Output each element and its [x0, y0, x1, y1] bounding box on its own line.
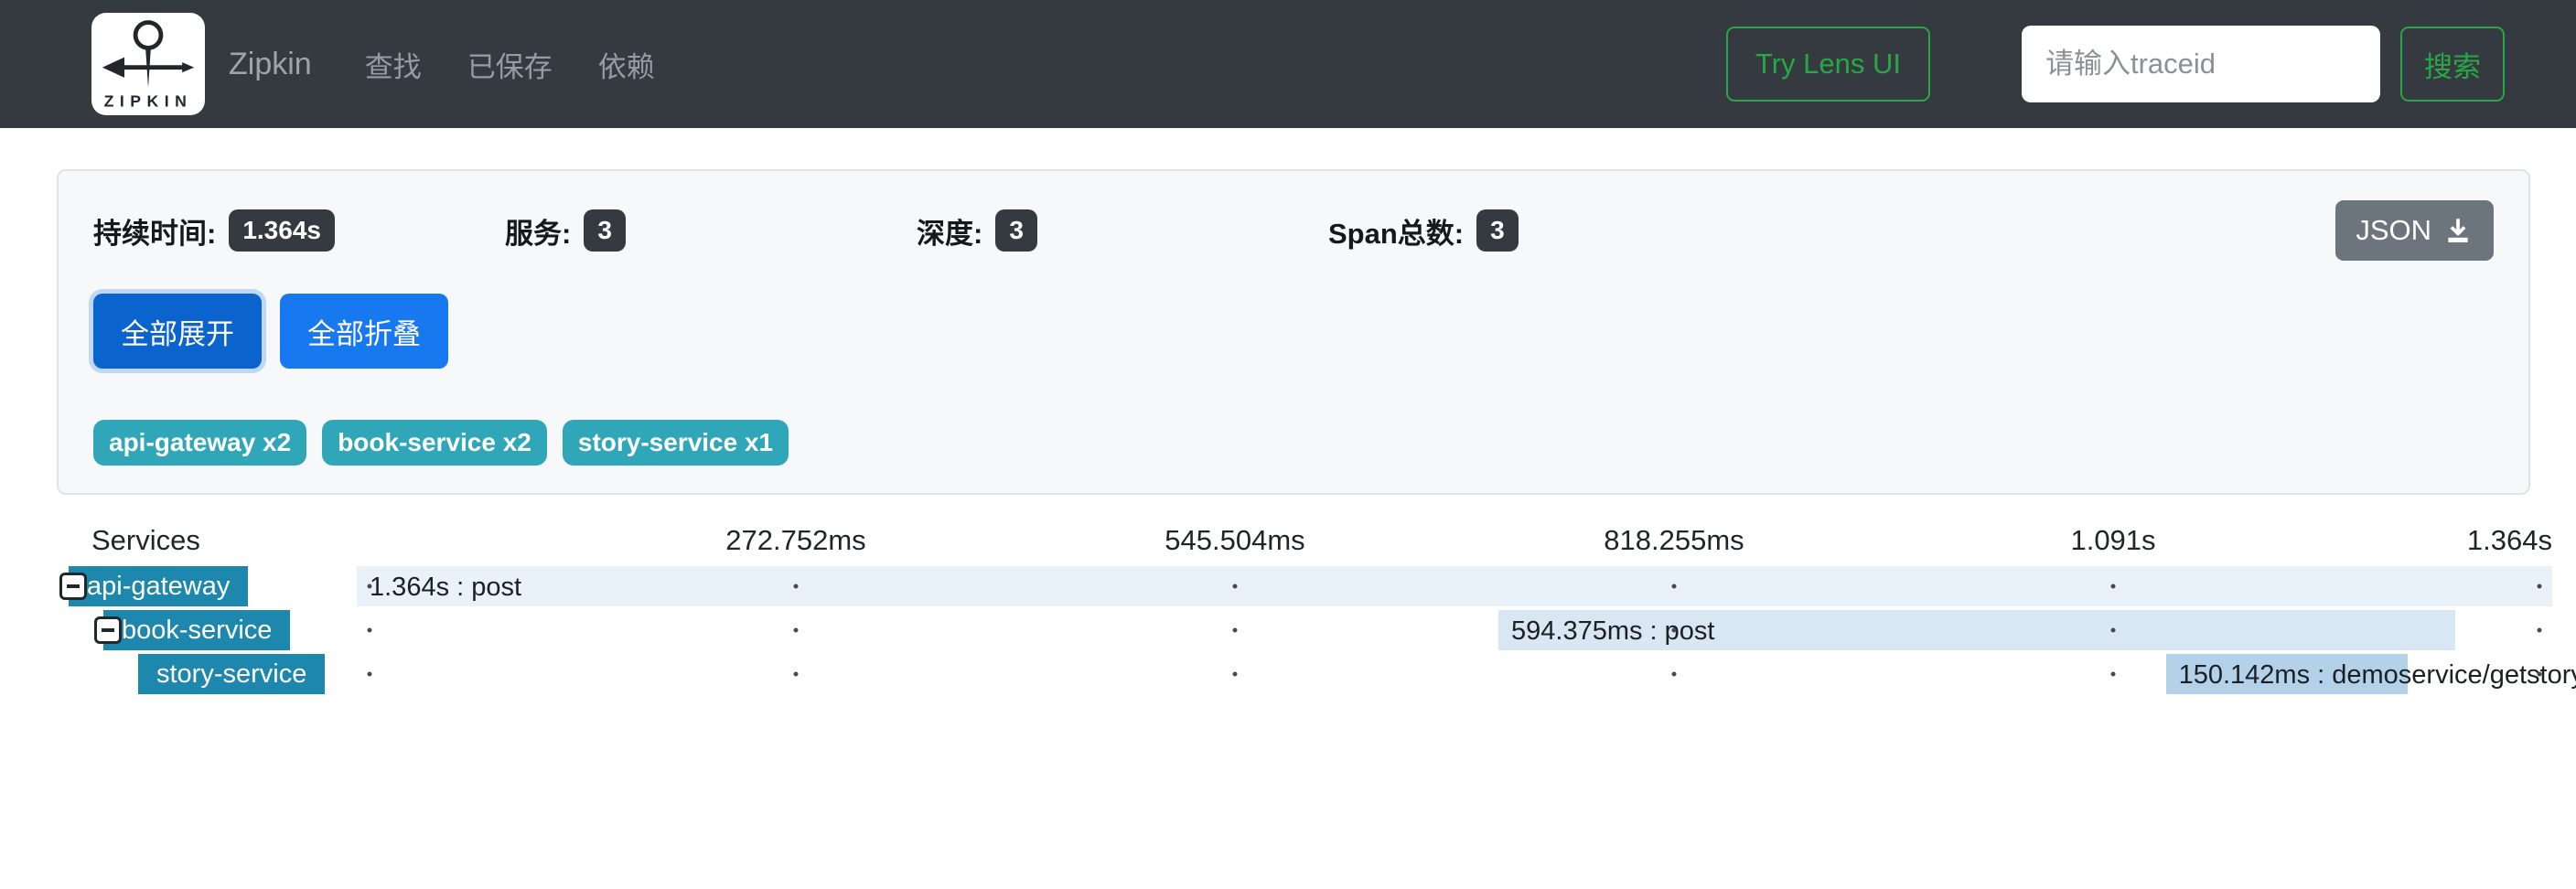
trace-row: story-service 150.142ms : demoservice/get…: [57, 654, 2552, 694]
services-column-header: Services: [91, 524, 200, 557]
grid-dot: [368, 628, 372, 633]
span-bar[interactable]: [357, 566, 2552, 606]
service-badge-book-service[interactable]: book-service x2: [322, 420, 547, 466]
collapse-toggle-icon[interactable]: [59, 573, 87, 600]
try-lens-ui-button[interactable]: Try Lens UI: [1726, 27, 1930, 102]
grid-dot: [2111, 672, 2116, 677]
grid-dot: [1233, 628, 1238, 633]
grid-dot: [1233, 584, 1238, 589]
grid-dot: [2111, 584, 2116, 589]
service-tree-cell: api-gateway: [57, 566, 357, 606]
service-badge-api-gateway[interactable]: api-gateway x2: [93, 420, 306, 466]
grid-dot: [794, 628, 799, 633]
grid-dot: [2111, 628, 2116, 633]
nav-link-dependencies[interactable]: 依赖: [598, 44, 655, 85]
nav-links: 查找 已保存 依赖: [365, 44, 701, 85]
trace-row: api-gateway 1.364s : post: [57, 566, 2552, 606]
span-bar-label: 150.142ms : demoservice/getstory: [2179, 654, 2576, 694]
navbar: ZIPKIN Zipkin 查找 已保存 依赖 Try Lens UI 搜索: [0, 0, 2576, 128]
span-bar-label: 1.364s : post: [370, 566, 521, 606]
grid-dot: [2537, 628, 2541, 633]
tick-label: 545.504ms: [1165, 524, 1304, 557]
stat-services-label: 服务:: [505, 210, 571, 252]
tick-label: 1.091s: [2070, 524, 2155, 557]
service-label[interactable]: api-gateway: [69, 566, 248, 606]
timeline-ticks: 272.752ms 545.504ms 818.255ms 1.091s 1.364s: [357, 520, 2552, 559]
expand-all-button[interactable]: 全部展开: [93, 294, 262, 369]
service-tree-cell: book-service: [57, 610, 357, 650]
json-button-label: JSON: [2356, 214, 2431, 247]
nav-link-saved[interactable]: 已保存: [467, 44, 553, 85]
stat-duration-label: 持续时间:: [93, 210, 216, 252]
stat-total-spans: Span总数: 3: [1328, 209, 1740, 252]
search-button[interactable]: 搜索: [2400, 27, 2505, 102]
timeline-header: Services 272.752ms 545.504ms 818.255ms 1.09…: [57, 520, 2552, 559]
brand-title[interactable]: Zipkin: [229, 47, 312, 82]
expand-controls: 全部展开 全部折叠: [93, 294, 2494, 369]
row-timeline: 150.142ms : demoservice/getstory: [357, 654, 2552, 694]
grid-dot: [794, 584, 799, 589]
trace-rows: api-gateway 1.364s : post book-service 594.…: [57, 566, 2552, 694]
grid-dot: [1672, 584, 1677, 589]
grid-dot: [2537, 672, 2541, 677]
traceid-search-input[interactable]: [2022, 26, 2380, 102]
trace-timeline: Services 272.752ms 545.504ms 818.255ms 1.09…: [57, 520, 2552, 694]
nav-link-find[interactable]: 查找: [365, 44, 422, 85]
grid-dot: [1672, 628, 1677, 633]
grid-dot: [794, 672, 799, 677]
grid-dot: [368, 584, 372, 589]
stat-total-spans-label: Span总数:: [1328, 210, 1464, 252]
service-tree-cell: story-service: [57, 654, 357, 694]
grid-dot: [2537, 584, 2541, 589]
row-timeline: 1.364s : post: [357, 566, 2552, 606]
service-badge-story-service[interactable]: story-service x1: [563, 420, 789, 466]
grid-dot: [368, 672, 372, 677]
stat-services: 服务: 3: [505, 209, 917, 252]
grid-dot: [1672, 672, 1677, 677]
stat-duration: 持续时间: 1.364s: [93, 209, 505, 252]
svg-text:ZIPKIN: ZIPKIN: [104, 91, 193, 110]
json-download-button[interactable]: JSON: [2335, 200, 2494, 261]
stat-services-value: 3: [584, 209, 626, 252]
service-label[interactable]: book-service: [103, 610, 290, 650]
tick-label: 818.255ms: [1604, 524, 1744, 557]
tick-label: 272.752ms: [725, 524, 865, 557]
collapse-toggle-icon[interactable]: [94, 616, 122, 644]
service-badges-row: api-gateway x2 book-service x2 story-ser…: [93, 420, 2494, 466]
zipkin-logo[interactable]: ZIPKIN: [91, 13, 205, 115]
trace-summary-card: 持续时间: 1.364s 服务: 3 深度: 3 Span总数: 3 JSON …: [57, 169, 2530, 495]
zipkin-pin-icon: ZIPKIN: [95, 16, 201, 112]
grid-dot: [1233, 672, 1238, 677]
collapse-all-button[interactable]: 全部折叠: [280, 294, 448, 369]
download-icon: [2442, 215, 2474, 246]
service-label[interactable]: story-service: [138, 654, 325, 694]
row-timeline: 594.375ms : post: [357, 610, 2552, 650]
trace-stats-row: 持续时间: 1.364s 服务: 3 深度: 3 Span总数: 3 JSON: [93, 200, 2494, 261]
stat-duration-value: 1.364s: [229, 209, 335, 252]
span-bar-label: 594.375ms : post: [1511, 610, 1714, 650]
stat-depth-value: 3: [995, 209, 1037, 252]
tick-label: 1.364s: [2467, 524, 2552, 557]
stat-depth-label: 深度:: [917, 210, 982, 252]
stat-total-spans-value: 3: [1476, 209, 1519, 252]
stat-depth: 深度: 3: [917, 209, 1328, 252]
trace-row: book-service 594.375ms : post: [57, 610, 2552, 650]
